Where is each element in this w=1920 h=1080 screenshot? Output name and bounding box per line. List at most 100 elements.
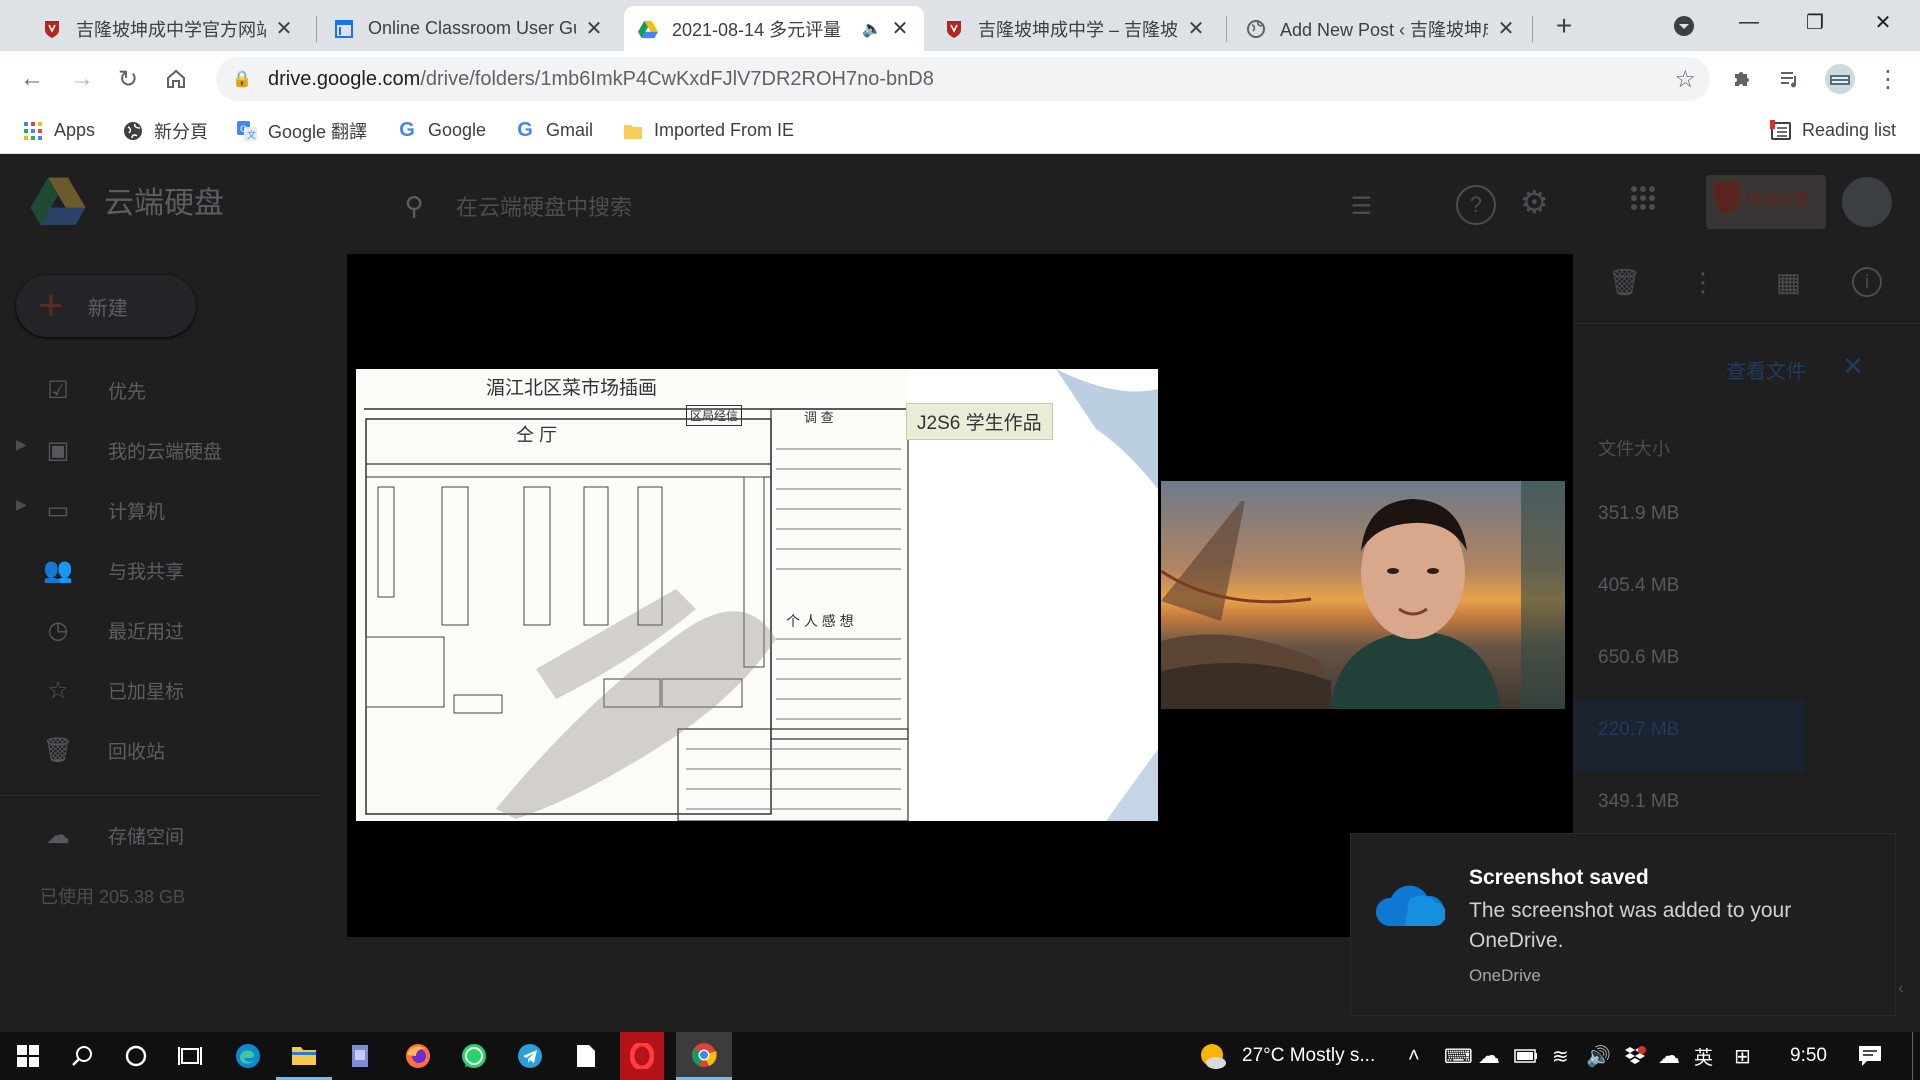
bookmark-apps[interactable]: Apps [22, 107, 95, 154]
slide-title: 湄江北区菜市场插画 [486, 377, 658, 399]
drive-search-bar[interactable]: ⚲ 在云端硬盘中搜索 ☰ [386, 179, 1386, 233]
star-icon: ☆ [47, 676, 69, 704]
library-app-icon[interactable] [332, 1032, 388, 1080]
search-icon[interactable] [54, 1032, 110, 1080]
close-tab-icon[interactable]: ✕ [584, 16, 604, 41]
show-hidden-icons-chevron-icon[interactable]: ˄ [1408, 1032, 1420, 1080]
sidebar-item-recent[interactable]: ◷ 最近用过 [40, 610, 185, 650]
sidebar-item-storage[interactable]: ☁ 存储空间 [40, 815, 184, 855]
close-icon[interactable]: ✕ [1842, 351, 1864, 382]
scroll-chevron-icon[interactable]: ‹ [1898, 980, 1903, 998]
firefox-icon[interactable] [390, 1032, 446, 1080]
trash-icon: 🗑 [42, 736, 74, 764]
opera-browser-icon[interactable] [620, 1032, 664, 1080]
more-vert-icon[interactable]: ⋮ [1690, 267, 1716, 298]
forward-arrow-icon[interactable]: → [60, 51, 104, 107]
expand-arrow-icon[interactable]: ▶ [16, 436, 27, 453]
cloud-icon: ☁ [46, 821, 70, 849]
new-tab-plus-icon[interactable]: + [1546, 8, 1582, 44]
google-apps-icon[interactable] [1630, 185, 1656, 216]
extensions-puzzle-icon[interactable] [1720, 51, 1764, 107]
sidebar-item-shared[interactable]: 👥 与我共享 [40, 550, 184, 590]
task-view-icon[interactable] [162, 1032, 218, 1080]
school-crest-icon [944, 19, 964, 39]
cortana-icon[interactable] [108, 1032, 164, 1080]
close-tab-icon[interactable]: ✕ [1496, 16, 1516, 41]
browser-toolbar: ← → ↻ 🔒 drive.google.com/drive/folders/1… [0, 51, 1920, 107]
bookmark-gmail[interactable]: G Gmail [514, 107, 593, 154]
onedrive-tray-icon[interactable]: ☁ [1478, 1032, 1500, 1080]
meet-now-icon[interactable]: ⌨ [1444, 1032, 1473, 1080]
weather-widget[interactable]: 27°C Mostly s... [1198, 1032, 1375, 1080]
cloud-sync-icon[interactable]: ☁ [1658, 1032, 1680, 1080]
tab-drive-active[interactable]: 2021-08-14 多元评量 🔈 ✕ [624, 6, 924, 51]
bookmark-google[interactable]: G Google [396, 107, 486, 154]
settings-gear-icon[interactable]: ⚙ [1520, 183, 1549, 221]
bookmark-new-tab-page[interactable]: 新分頁 [122, 107, 208, 154]
google-icon: G [399, 119, 415, 141]
telegram-icon[interactable] [502, 1032, 558, 1080]
bookmark-google-translate[interactable]: G文 Google 翻譯 [236, 107, 367, 154]
onedrive-toast-notification[interactable]: Screenshot saved The screenshot was adde… [1350, 833, 1896, 1016]
notification-center-icon[interactable] [1858, 1032, 1882, 1080]
info-icon[interactable]: i [1852, 267, 1882, 297]
edge-browser-icon[interactable] [220, 1032, 276, 1080]
account-avatar[interactable] [1842, 177, 1892, 227]
back-arrow-icon[interactable]: ← [10, 51, 54, 107]
media-queue-icon[interactable] [1768, 51, 1812, 107]
close-window-icon[interactable]: ✕ [1850, 0, 1916, 44]
tab-school-news[interactable]: 吉隆坡坤成中学 – 吉隆坡 ✕ [930, 6, 1220, 51]
expand-arrow-icon[interactable]: ▶ [16, 496, 27, 513]
sidebar-item-my-drive[interactable]: ▣ 我的云端硬盘 [40, 430, 222, 470]
bookmark-imported-from-ie[interactable]: Imported From IE [622, 107, 794, 154]
google-icon: G [517, 119, 533, 141]
volume-speaker-icon[interactable]: 🔊 [1586, 1032, 1611, 1080]
close-tab-icon[interactable]: ✕ [890, 16, 910, 41]
search-options-icon[interactable]: ☰ [1350, 192, 1372, 221]
windows-start-icon[interactable] [0, 1032, 56, 1080]
file-explorer-icon[interactable] [276, 1032, 332, 1080]
reading-list[interactable]: Reading list [1770, 107, 1896, 154]
speaker-audio-icon[interactable]: 🔈 [862, 19, 882, 39]
search-icon: ⚲ [404, 190, 424, 221]
close-tab-icon[interactable]: ✕ [1186, 16, 1206, 41]
tab-online-classroom[interactable]: Online Classroom User Gu ✕ [320, 6, 618, 51]
sidebar-item-starred[interactable]: ☆ 已加星标 [40, 670, 184, 710]
tab-school-site[interactable]: 吉隆坡坤成中学官方网站 | ✕ [28, 6, 308, 51]
whatsapp-icon[interactable] [446, 1032, 502, 1080]
tab-divider [1226, 16, 1227, 42]
google-drive-icon [638, 19, 658, 39]
profile-avatar[interactable] [1818, 51, 1862, 107]
dropbox-icon[interactable] [1624, 1032, 1646, 1080]
system-clock[interactable]: 9:50 [1790, 1032, 1827, 1080]
reload-icon[interactable]: ↻ [106, 51, 150, 107]
delete-icon[interactable]: 🗑 [1608, 267, 1641, 298]
drive-search-input[interactable]: 在云端硬盘中搜索 [456, 190, 632, 222]
my-drive-icon: ▣ [46, 436, 70, 464]
sidebar-item-trash[interactable]: 🗑 回收站 [40, 730, 165, 770]
home-icon[interactable] [154, 51, 198, 107]
restore-window-icon[interactable]: ❐ [1782, 0, 1848, 44]
view-file-link[interactable]: 查看文件 [1726, 355, 1806, 384]
show-desktop-divider[interactable] [1912, 1032, 1913, 1080]
help-icon[interactable]: ? [1456, 185, 1496, 225]
address-bar[interactable]: 🔒 drive.google.com/drive/folders/1mb6Imk… [216, 57, 1710, 101]
sidebar-item-computers[interactable]: ▭ 计算机 [40, 490, 165, 530]
tab-add-new-post[interactable]: Add New Post ‹ 吉隆坡坤成 ✕ [1232, 6, 1530, 51]
battery-icon[interactable] [1514, 1032, 1538, 1080]
new-button[interactable]: + 新建 [16, 275, 196, 337]
chrome-taskbar-icon[interactable] [676, 1032, 732, 1080]
blank-document-icon[interactable] [558, 1032, 614, 1080]
close-tab-icon[interactable]: ✕ [274, 16, 294, 41]
minimize-icon[interactable]: — [1716, 0, 1782, 44]
input-method-label[interactable]: 英 [1694, 1032, 1713, 1080]
school-crest-icon [42, 19, 62, 39]
grid-view-icon[interactable]: ▦ [1776, 267, 1801, 298]
sidebar-item-priority[interactable]: ☑ 优先 [40, 370, 146, 410]
bookmark-star-icon[interactable]: ☆ [1674, 65, 1696, 94]
wifi-icon[interactable]: ≋ [1552, 1032, 1569, 1080]
tab-search-icon[interactable] [1666, 8, 1702, 44]
sidebar-divider [0, 795, 320, 796]
ime-mode-icon[interactable]: ⊞ [1734, 1032, 1751, 1080]
chrome-menu-icon[interactable]: ⋮ [1866, 51, 1910, 107]
